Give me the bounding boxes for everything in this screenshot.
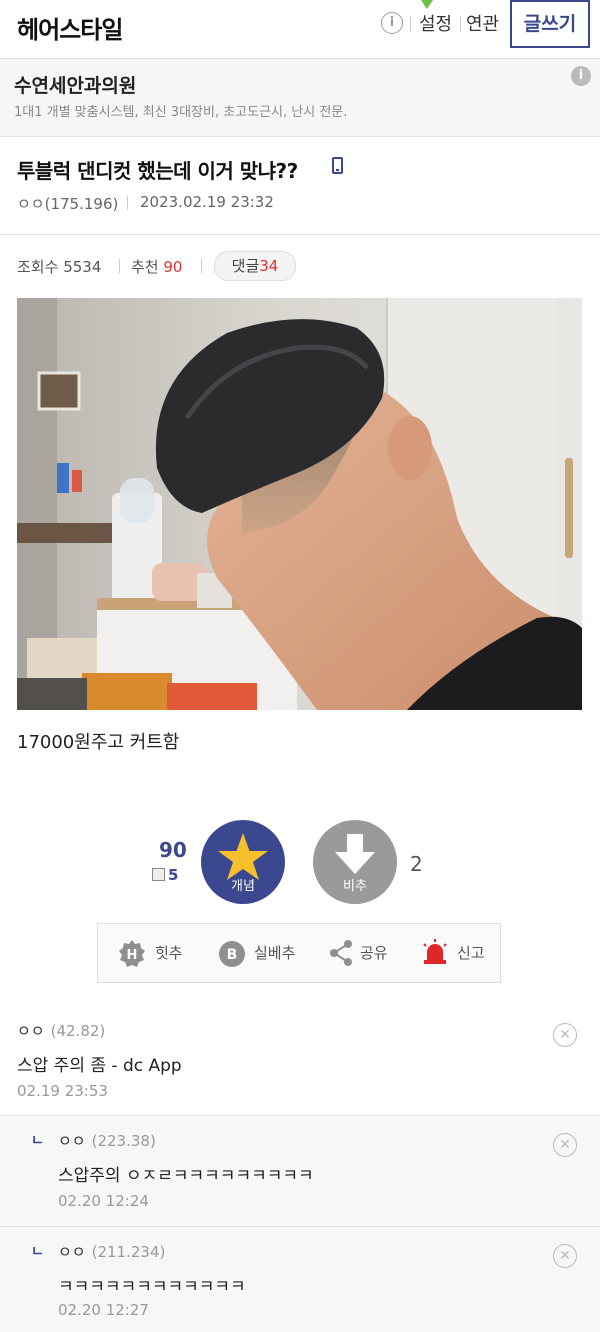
reply-ip: (223.38): [91, 1132, 156, 1150]
report-label: 신고: [457, 944, 485, 962]
views-stat: 조회수 5534: [17, 256, 101, 277]
comment-ip: (42.82): [50, 1022, 106, 1040]
divider: [0, 234, 600, 235]
mobile-icon: [332, 157, 343, 174]
comments-label: 댓글: [231, 257, 260, 275]
post-author[interactable]: ㅇㅇ(175.196): [17, 193, 118, 214]
comment-time: 02.19 23:53: [17, 1082, 108, 1100]
reply-item: ㄴ ㅇㅇ (223.38) 스압주의 ㅇㅈㄹㅋㅋㅋㅋㅋㅋㅋㅋㅋ 02.20 12:…: [0, 1116, 600, 1227]
reply-nickname: ㅇㅇ: [58, 1132, 86, 1150]
reply-arrow-icon: ㄴ: [31, 1133, 44, 1149]
recommend-label: 추천: [131, 258, 159, 276]
report-button[interactable]: 신고: [421, 924, 491, 982]
views-label: 조회수: [17, 258, 59, 276]
upvote-count: 90: [159, 838, 187, 862]
notice-triangle-icon: [421, 0, 433, 9]
hit-icon: H: [119, 940, 145, 967]
hit-icon-letter: H: [127, 948, 138, 963]
hit-label: 힛추: [155, 944, 183, 962]
post-datetime: 2023.02.19 23:32: [140, 193, 274, 211]
reply-text: ㅋㅋㅋㅋㅋㅋㅋㅋㅋㅋㅋㅋ: [58, 1277, 246, 1297]
gallery-title[interactable]: 헤어스타일: [17, 10, 123, 45]
haircut-photo-illustration: [17, 298, 582, 710]
reply-text: 스압주의 ㅇㅈㄹㅋㅋㅋㅋㅋㅋㅋㅋㅋ: [58, 1166, 314, 1186]
header-separator: [410, 16, 411, 32]
info-icon[interactable]: i: [381, 12, 403, 34]
ad-banner[interactable]: 수연세안과의원 1대1 개별 맞춤시스템, 최신 3대장비, 초고도근시, 난시…: [0, 59, 600, 137]
ad-title: 수연세안과의원: [14, 75, 137, 97]
header-separator: [460, 16, 461, 32]
best-icon-letter: B: [227, 947, 238, 963]
reply-author[interactable]: ㅇㅇ (223.38): [58, 1130, 156, 1151]
comments-count: 34: [259, 257, 279, 275]
reply-item: ㄴ ㅇㅇ (211.234) ㅋㅋㅋㅋㅋㅋㅋㅋㅋㅋㅋㅋ 02.20 12:27 ✕: [0, 1227, 600, 1332]
stat-separator: [119, 259, 120, 273]
meta-separator: [127, 196, 128, 210]
views-count: 5534: [63, 258, 102, 276]
share-label: 공유: [360, 944, 388, 962]
recommend-stat: 추천 90: [131, 256, 182, 277]
comment-item: ㅇㅇ (42.82) 스압 주의 좀 - dc App 02.19 23:53 ✕: [0, 1005, 600, 1116]
downvote-button[interactable]: 비추: [313, 820, 397, 904]
post-photo[interactable]: [17, 298, 582, 710]
post-title: 투블럭 댄디컷 했는데 이거 맞냐??: [17, 159, 298, 183]
comment-author[interactable]: ㅇㅇ (42.82): [17, 1020, 105, 1041]
downvote-label: 비추: [343, 879, 367, 894]
reply-ip: (211.234): [91, 1243, 166, 1261]
upvote-label: 개념: [231, 879, 255, 894]
fixed-upvote-value: 5: [168, 866, 179, 884]
reply-time: 02.20 12:24: [58, 1192, 149, 1210]
stat-separator: [201, 259, 202, 273]
settings-link[interactable]: 설정: [419, 10, 452, 36]
post-body: 17000원주고 커트함: [17, 732, 180, 753]
siren-icon: [423, 939, 447, 964]
upvote-button[interactable]: 개념: [201, 820, 285, 904]
write-button[interactable]: 글쓰기: [510, 0, 590, 48]
fixed-upvote-count: 5: [152, 866, 178, 884]
comment-count-button[interactable]: 댓글34: [214, 251, 296, 281]
comment-text: 스압 주의 좀 - dc App: [17, 1056, 182, 1076]
ad-description: 1대1 개별 맞춤시스템, 최신 3대장비, 초고도근시, 난시 전문.: [14, 105, 348, 120]
top-header: 헤어스타일 i 설정 연관 글쓰기: [0, 0, 600, 59]
reply-arrow-icon: ㄴ: [31, 1244, 44, 1260]
post-action-bar: H 힛추 B 실베추 공유 신고: [97, 923, 501, 983]
share-icon: [330, 940, 352, 966]
share-button[interactable]: 공유: [328, 924, 398, 982]
comment-nickname: ㅇㅇ: [17, 1022, 45, 1040]
hit-recommend-button[interactable]: H 힛추: [117, 924, 197, 982]
ad-info-icon[interactable]: i: [571, 66, 591, 86]
fixed-user-icon: [152, 868, 165, 881]
best-label: 실베추: [254, 944, 296, 962]
best-recommend-button[interactable]: B 실베추: [218, 924, 308, 982]
related-link[interactable]: 연관: [466, 10, 499, 36]
reply-delete-icon[interactable]: ✕: [553, 1133, 577, 1157]
recommend-count: 90: [163, 258, 183, 276]
reply-nickname: ㅇㅇ: [58, 1243, 86, 1261]
comment-delete-icon[interactable]: ✕: [553, 1023, 577, 1047]
downvote-count: 2: [410, 852, 423, 876]
best-icon: B: [219, 941, 245, 967]
reply-delete-icon[interactable]: ✕: [553, 1244, 577, 1268]
reply-time: 02.20 12:27: [58, 1301, 149, 1319]
reply-author[interactable]: ㅇㅇ (211.234): [58, 1241, 165, 1262]
